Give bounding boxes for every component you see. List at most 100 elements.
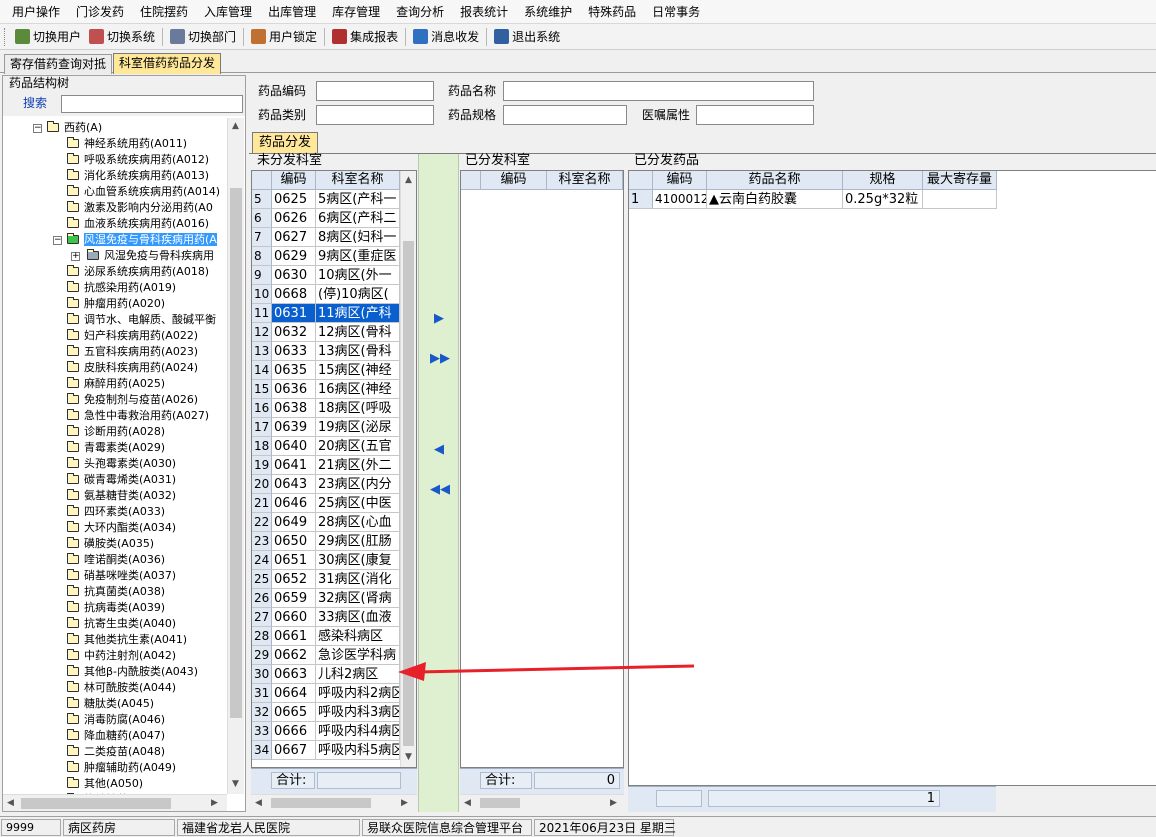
tree-node[interactable]: 妇产科疾病用药(A022) [67, 328, 198, 344]
dept-code-cell[interactable]: 0661 [272, 627, 316, 646]
tree-node[interactable]: 消化系统疾病用药(A013) [67, 168, 209, 184]
tree-node[interactable]: 神经系统用药(A011) [67, 136, 187, 152]
tree-node[interactable]: 大环内酯类(A034) [67, 520, 176, 536]
move-all-right-icon[interactable]: ▶▶ [430, 352, 450, 366]
dept-name-cell[interactable]: 23病区(内分 [316, 475, 400, 494]
tree-node[interactable]: 呼吸系统疾病用药(A012) [67, 152, 209, 168]
tree-horizontal-scrollbar[interactable]: ◀ ▶ [3, 794, 227, 811]
toolbar-button-6[interactable]: 退出系统 [490, 26, 564, 48]
dept-name-cell[interactable]: 5病区(产科一 [316, 190, 400, 209]
column-header-code[interactable]: 编码 [481, 171, 547, 190]
scroll-right-icon[interactable]: ▶ [211, 797, 218, 809]
unassigned-vertical-thumb[interactable] [403, 241, 414, 746]
tree-node[interactable]: 麻醉用药(A025) [67, 376, 165, 392]
scroll-right-icon[interactable]: ▶ [401, 797, 408, 809]
column-header-dept-name[interactable]: 科室名称 [316, 171, 400, 190]
tree-node[interactable]: 其他类抗生素(A041) [67, 632, 187, 648]
scroll-down-icon[interactable]: ▼ [232, 778, 239, 790]
dept-name-cell[interactable]: 呼吸内科5病区 [316, 741, 400, 760]
dept-name-cell[interactable]: 13病区(骨科 [316, 342, 400, 361]
dept-name-cell[interactable]: 19病区(泌尿 [316, 418, 400, 437]
dept-name-cell[interactable]: 儿科2病区 [316, 665, 400, 684]
dept-code-cell[interactable]: 0666 [272, 722, 316, 741]
column-header-spec[interactable]: 规格 [843, 171, 923, 190]
dept-code-cell[interactable]: 0660 [272, 608, 316, 627]
tree-node[interactable]: 磺胺类(A035) [67, 536, 154, 552]
dept-code-cell[interactable]: 0639 [272, 418, 316, 437]
dept-name-cell[interactable]: 29病区(肛肠 [316, 532, 400, 551]
dept-name-cell[interactable]: 21病区(外二 [316, 456, 400, 475]
dept-name-cell[interactable]: 急诊医学科病 [316, 646, 400, 665]
menu-item-1[interactable]: 门诊发药 [68, 0, 132, 24]
dept-code-cell[interactable]: 0630 [272, 266, 316, 285]
dept-name-cell[interactable]: 感染科病区 [316, 627, 400, 646]
dept-code-cell[interactable]: 0668 [272, 285, 316, 304]
tree-node[interactable]: 碳青霉烯类(A031) [67, 472, 176, 488]
tree-node[interactable]: 消毒防腐(A046) [67, 712, 165, 728]
dept-name-cell[interactable]: 10病区(外一 [316, 266, 400, 285]
tree-node[interactable]: 其他(A050) [67, 776, 143, 792]
scroll-up-icon[interactable]: ▲ [232, 120, 239, 132]
tree-node[interactable]: 抗寄生虫类(A040) [67, 616, 176, 632]
dept-name-cell[interactable]: 呼吸内科2病区 [316, 684, 400, 703]
tree-node[interactable]: 其他β-内酰胺类(A043) [67, 664, 198, 680]
drug-name-input[interactable] [503, 81, 814, 101]
dept-name-cell[interactable]: 11病区(产科 [316, 304, 400, 323]
dept-name-cell[interactable]: 18病区(呼吸 [316, 399, 400, 418]
move-all-left-icon[interactable]: ◀◀ [430, 483, 450, 497]
dept-name-cell[interactable]: 12病区(骨科 [316, 323, 400, 342]
dept-code-cell[interactable]: 0633 [272, 342, 316, 361]
toolbar-button-0[interactable]: 切换用户 [11, 26, 85, 48]
tree-node[interactable]: 调节水、电解质、酸碱平衡 [67, 312, 216, 328]
dept-code-cell[interactable]: 0662 [272, 646, 316, 665]
dept-code-cell[interactable]: 0664 [272, 684, 316, 703]
tree-node[interactable]: 心血管系统疾病用药(A014) [67, 184, 220, 200]
column-header-max-deposit[interactable]: 最大寄存量 [923, 171, 997, 190]
dept-code-cell[interactable]: 0649 [272, 513, 316, 532]
toolbar-button-2[interactable]: 切换部门 [166, 26, 240, 48]
max-deposit-cell[interactable] [923, 190, 997, 209]
order-attr-input[interactable] [696, 105, 814, 125]
menu-item-2[interactable]: 住院摆药 [132, 0, 196, 24]
menu-item-9[interactable]: 特殊药品 [580, 0, 644, 24]
drug-spec-input[interactable] [503, 105, 627, 125]
dept-code-cell[interactable]: 0638 [272, 399, 316, 418]
tree-node[interactable]: 头孢霉素类(A030) [67, 456, 176, 472]
dept-code-cell[interactable]: 0643 [272, 475, 316, 494]
tree-node[interactable]: 中药注射剂(A042) [67, 648, 176, 664]
dept-name-cell[interactable]: 8病区(妇科一 [316, 228, 400, 247]
column-header-drug-name[interactable]: 药品名称 [707, 171, 843, 190]
tree-node[interactable]: 抗病毒类(A039) [67, 600, 165, 616]
dept-code-cell[interactable]: 0627 [272, 228, 316, 247]
dept-name-cell[interactable]: 30病区(康复 [316, 551, 400, 570]
tree-vertical-scrollbar[interactable]: ▲ ▼ [227, 118, 244, 794]
move-left-icon[interactable]: ◀ [430, 443, 448, 457]
dept-name-cell[interactable]: 6病区(产科二 [316, 209, 400, 228]
dept-code-cell[interactable]: 0636 [272, 380, 316, 399]
dept-code-cell[interactable]: 0632 [272, 323, 316, 342]
dept-code-cell[interactable]: 0640 [272, 437, 316, 456]
tree-node[interactable]: 糖肽类(A045) [67, 696, 154, 712]
tree-node[interactable]: 血液系统疾病用药(A016) [67, 216, 209, 232]
menu-item-5[interactable]: 库存管理 [324, 0, 388, 24]
dept-code-cell[interactable]: 0663 [272, 665, 316, 684]
tree-node[interactable]: 诊断用药(A028) [67, 424, 165, 440]
tree-node[interactable]: 四环素类(A033) [67, 504, 165, 520]
dept-code-cell[interactable]: 0667 [272, 741, 316, 760]
scroll-right-icon[interactable]: ▶ [610, 797, 617, 809]
tree-node[interactable]: 急性中毒救治用药(A027) [67, 408, 209, 424]
drug-code-input[interactable] [316, 81, 434, 101]
tree-node[interactable]: 泌尿系统疾病用药(A018) [67, 264, 209, 280]
tree-node[interactable]: 氨基糖苷类(A032) [67, 488, 176, 504]
unassigned-vertical-scrollbar[interactable]: ▲ ▼ [400, 171, 416, 767]
column-header-dept-name[interactable]: 科室名称 [547, 171, 623, 190]
dept-code-cell[interactable]: 0652 [272, 570, 316, 589]
column-header-drug-code[interactable]: 编码 [653, 171, 707, 190]
scroll-up-icon[interactable]: ▲ [405, 174, 412, 186]
tree-node[interactable]: 风湿免疫与骨科疾病用药(A [67, 232, 217, 248]
drug-code-cell[interactable]: 4100012 [653, 190, 707, 209]
dept-name-cell[interactable]: 16病区(神经 [316, 380, 400, 399]
tree-node[interactable]: 青霉素类(A029) [67, 440, 165, 456]
dept-code-cell[interactable]: 0651 [272, 551, 316, 570]
tree-node[interactable]: 肿瘤辅助药(A049) [67, 760, 176, 776]
